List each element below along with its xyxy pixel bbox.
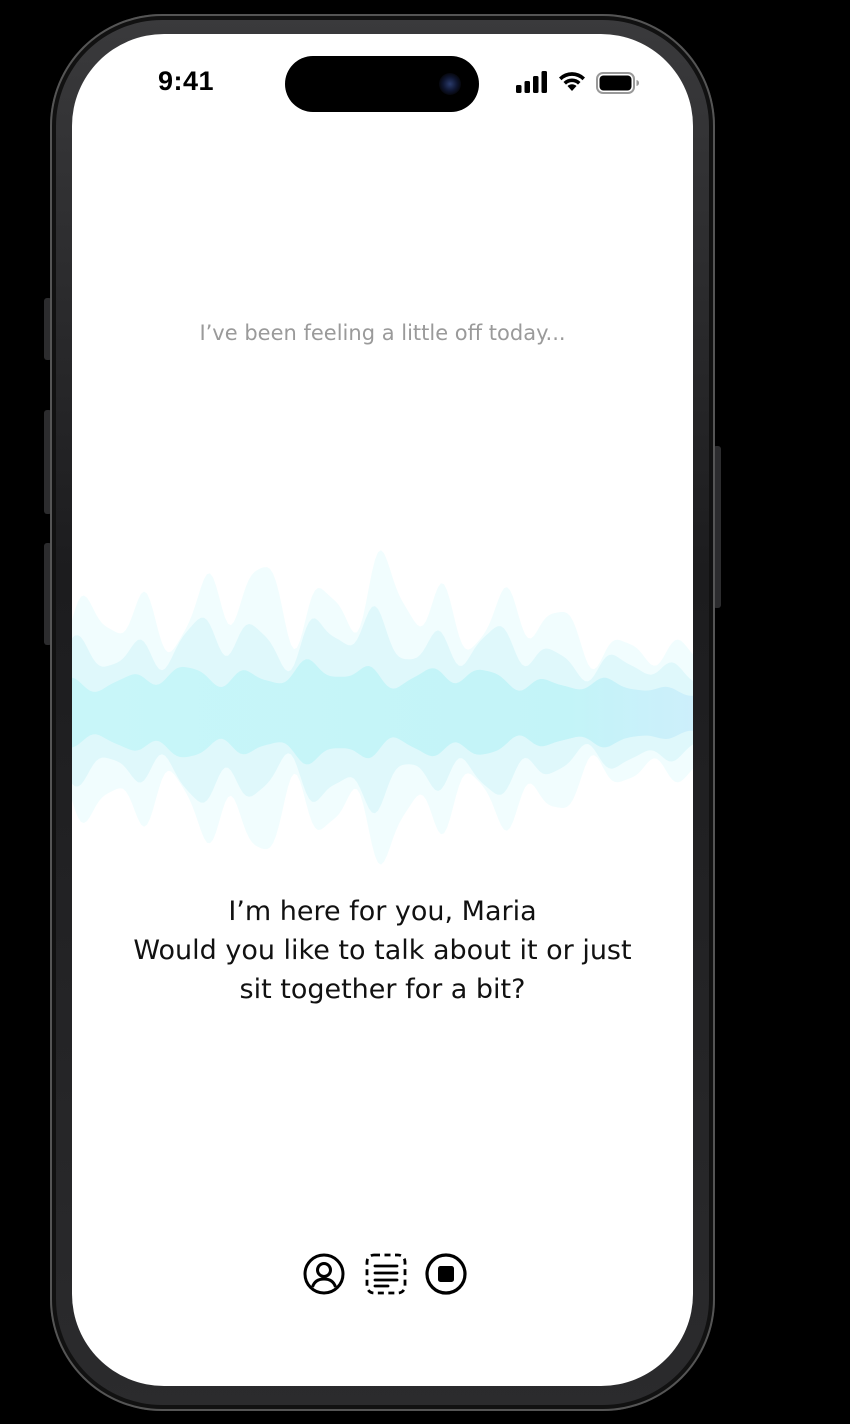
front-camera-icon <box>439 73 461 95</box>
stop-circle-icon <box>425 1253 467 1295</box>
voice-controls <box>302 1252 472 1296</box>
assistant-reply-line: I’m here for you, Maria <box>228 896 537 927</box>
profile-button[interactable] <box>302 1252 346 1296</box>
user-circle-icon <box>303 1253 345 1295</box>
assistant-reply: I’m here for you, Maria Would you like t… <box>112 892 653 1009</box>
status-icons <box>516 71 641 97</box>
transcript-button[interactable] <box>364 1252 408 1296</box>
user-message: I’ve been feeling a little off today... <box>199 321 566 345</box>
stage: 9:41 I’ve been feeling a little off toda… <box>0 0 850 1424</box>
assistant-reply-line: sit together for a bit? <box>239 974 526 1005</box>
phone-screen: 9:41 I’ve been feeling a little off toda… <box>72 34 693 1386</box>
dynamic-island <box>285 56 479 112</box>
assistant-reply-line: Would you like to talk about it or just <box>133 935 632 966</box>
wifi-icon <box>559 72 585 91</box>
voice-waveform <box>72 550 693 865</box>
battery-icon <box>596 72 639 94</box>
status-time: 9:41 <box>158 66 215 96</box>
cellular-signal-icon <box>516 71 547 93</box>
stop-button[interactable] <box>424 1252 468 1296</box>
transcript-icon <box>365 1253 407 1295</box>
